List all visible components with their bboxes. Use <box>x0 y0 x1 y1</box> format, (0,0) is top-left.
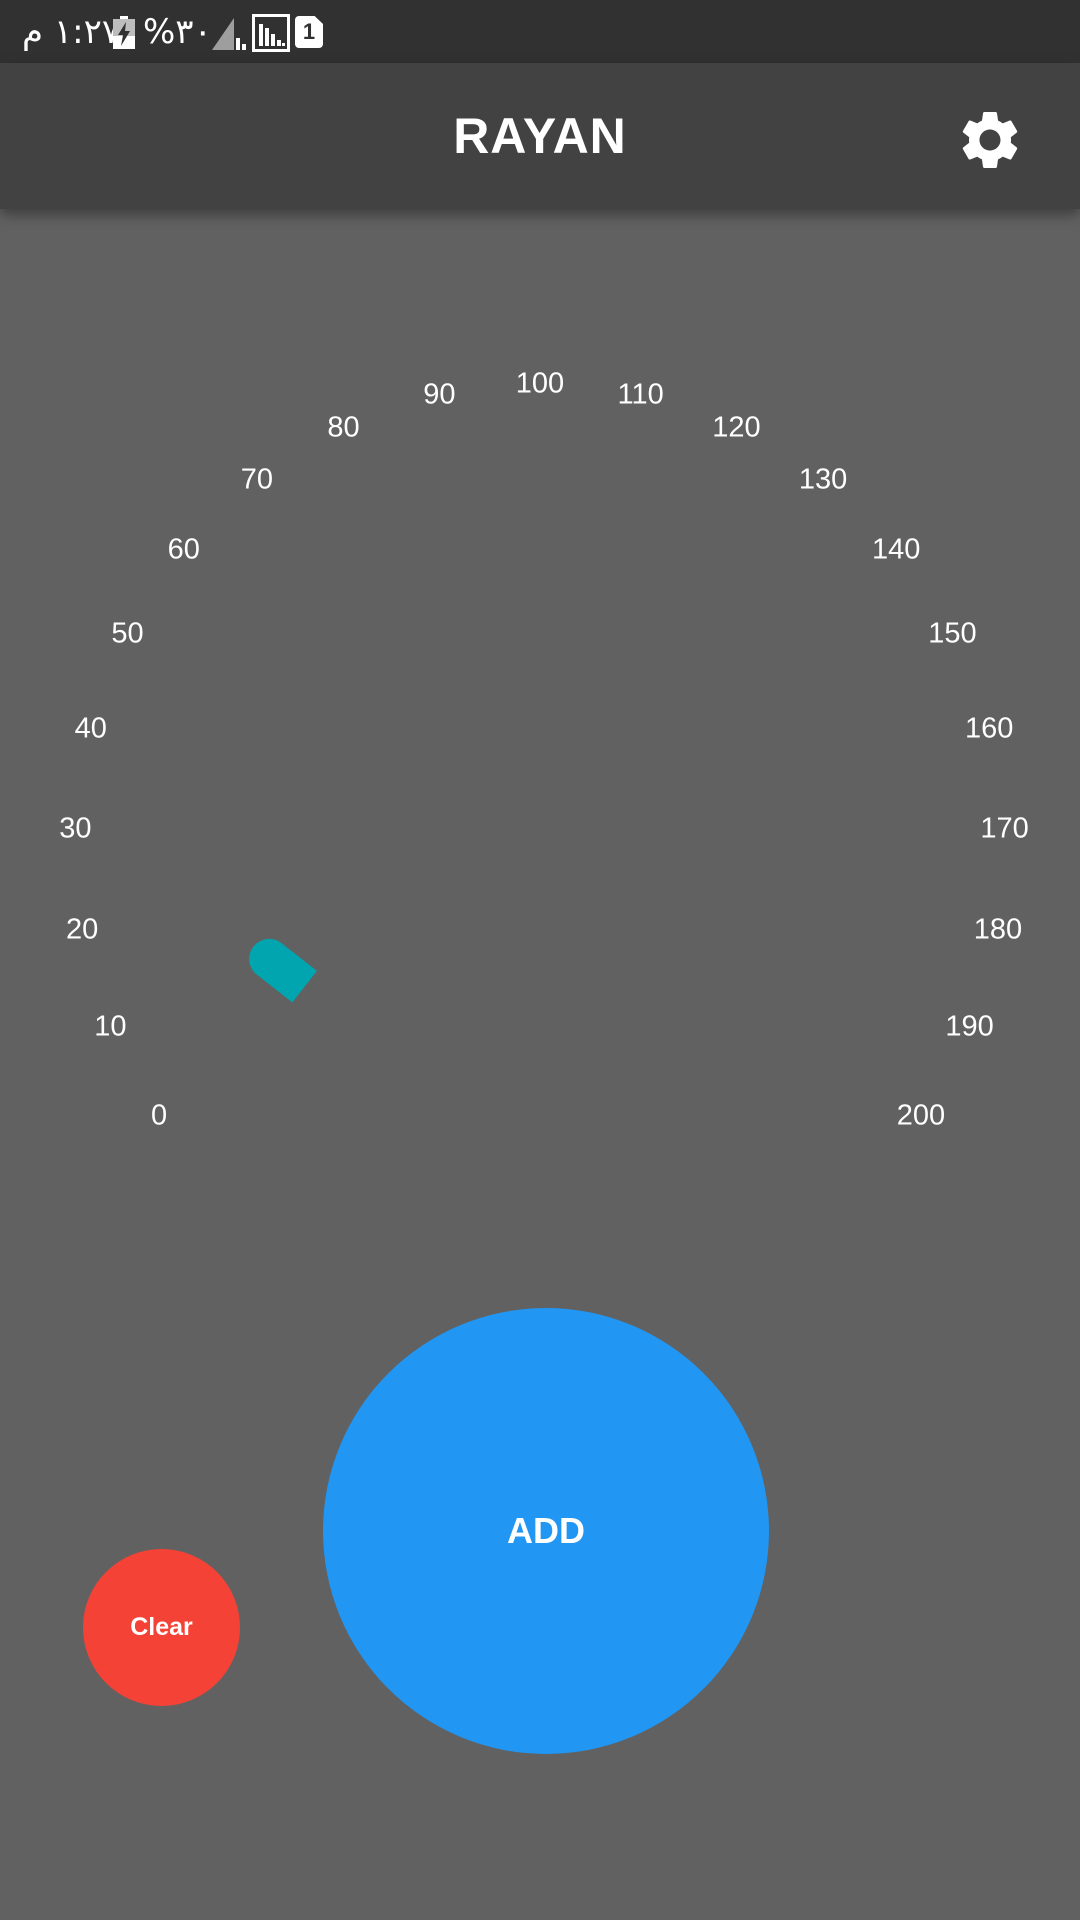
gauge-tick-label: 120 <box>712 411 761 444</box>
gauge-tick-label: 60 <box>167 533 200 566</box>
gauge-tick-label: 30 <box>59 812 92 845</box>
gear-icon <box>962 112 1018 168</box>
gauge-tick-label: 170 <box>980 812 1029 845</box>
gauge-tick-label: 90 <box>423 378 456 411</box>
sim-icon: 1 <box>295 16 323 48</box>
gauge-tick-label: 200 <box>896 1099 946 1132</box>
gauge-tick-label: 190 <box>945 1010 994 1043</box>
sim-badge: 1 <box>302 19 316 44</box>
gauge-tick-label: 0 <box>151 1099 168 1132</box>
app-title: RAYAN <box>453 108 627 164</box>
app-screen: ۱:۲۷ م %۳۰ 1 RAYAN 0 10 20 30 40 50 60 7… <box>0 0 1080 1920</box>
signal-icon <box>212 18 246 50</box>
gauge-tick-label: 80 <box>327 411 360 444</box>
gauge-needle[interactable] <box>241 931 317 1003</box>
gauge-tick-label: 140 <box>871 533 921 566</box>
gauge-tick-label: 70 <box>240 463 274 496</box>
signal-boxed-icon <box>252 14 290 52</box>
gauge-tick-label: 110 <box>617 378 664 411</box>
gauge-tick-label: 130 <box>798 463 848 496</box>
gauge-tick-label: 150 <box>928 617 977 650</box>
gauge-tick-label: 100 <box>515 367 565 400</box>
status-time: ۱:۲۷ م <box>22 12 121 52</box>
status-bar: ۱:۲۷ م %۳۰ 1 <box>0 0 1080 63</box>
gauge-tick-label: 50 <box>111 617 144 650</box>
gauge-tick-label: 160 <box>964 712 1014 745</box>
settings-button[interactable] <box>955 105 1025 175</box>
gauge-tick-label: 40 <box>74 712 107 745</box>
gauge-tick-label: 10 <box>94 1010 127 1043</box>
app-bar: RAYAN <box>0 63 1080 209</box>
battery-charging-icon <box>113 16 135 49</box>
clear-button[interactable]: Clear <box>83 1549 240 1706</box>
add-button[interactable]: ADD <box>323 1308 769 1754</box>
battery-percent: %۳۰ <box>143 12 212 52</box>
gauge-tick-label: 20 <box>65 913 99 946</box>
gauge-tick-label: 180 <box>973 913 1023 946</box>
speed-gauge: 0 10 20 30 40 50 60 70 80 90 100 110 120 130 140 150 160… <box>0 209 1080 1289</box>
